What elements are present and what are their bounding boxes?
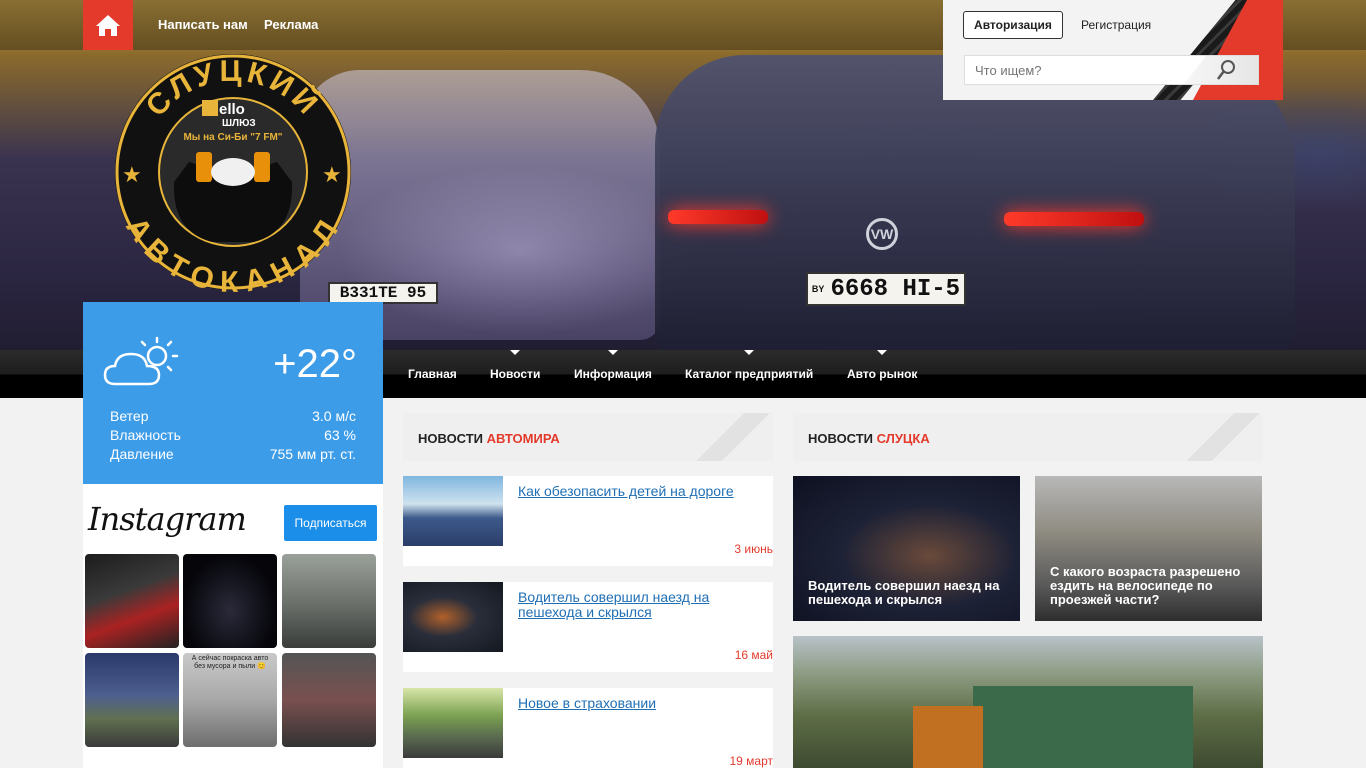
logo-star-right-icon: ★ xyxy=(322,162,342,187)
weather-value: 63 % xyxy=(324,427,356,443)
nav-catalog[interactable]: Каталог предприятий xyxy=(685,350,814,381)
news-tile-large[interactable] xyxy=(793,636,1263,768)
weather-widget: +22° Ветер 3.0 м/с Влажность 63 % Давлен… xyxy=(83,302,383,484)
login-button[interactable]: Авторизация xyxy=(963,11,1063,39)
license-plate-main: BY 6668 HI-5 xyxy=(806,272,966,306)
logo-tagline: Мы на Си-Би "7 FM" xyxy=(183,132,282,143)
weather-row-humidity: Влажность 63 % xyxy=(110,427,356,443)
zello-icon xyxy=(202,100,218,116)
link-contact[interactable]: Написать нам xyxy=(158,17,248,32)
nav-label: Каталог предприятий xyxy=(685,367,814,381)
nav-label: Главная xyxy=(408,367,457,381)
nav-label: Авто рынок xyxy=(847,367,918,381)
news-tile[interactable]: Водитель совершил наезд на пешехода и ск… xyxy=(793,476,1020,621)
weather-temperature: +22° xyxy=(273,342,357,386)
register-link[interactable]: Регистрация xyxy=(1081,18,1151,32)
instagram-thumb[interactable] xyxy=(282,554,376,648)
weather-row-pressure: Давление 755 мм рт. ст. xyxy=(110,446,356,462)
auth-panel: Авторизация Регистрация xyxy=(943,0,1283,100)
news-item: Новое в страховании 19 март xyxy=(403,688,773,768)
search-icon xyxy=(1217,60,1235,80)
tile-image-tractor xyxy=(913,706,983,768)
instagram-thumb[interactable] xyxy=(85,554,179,648)
partly-cloudy-icon xyxy=(103,336,179,386)
slutsk-news-heading: НОВОСТИ СЛУЦКА xyxy=(793,413,1263,461)
plate-number: 6668 HI-5 xyxy=(830,275,961,303)
tile-image-container xyxy=(973,686,1193,768)
home-icon xyxy=(96,15,120,36)
weather-label: Влажность xyxy=(110,427,181,443)
heading-black: НОВОСТИ xyxy=(808,431,877,446)
weather-row-wind: Ветер 3.0 м/с xyxy=(110,408,356,424)
instagram-logo[interactable]: Instagram xyxy=(88,500,247,538)
thumb-caption: А сейчас покраска авто без мусора и пыли… xyxy=(191,655,269,670)
home-button[interactable] xyxy=(83,0,133,50)
tile-caption: Водитель совершил наезд на пешехода и ск… xyxy=(808,578,1000,607)
news-date: 19 март xyxy=(729,754,773,768)
weather-label: Давление xyxy=(110,446,174,462)
search-box xyxy=(964,55,1259,85)
weather-value: 3.0 м/с xyxy=(312,408,356,424)
weather-value: 755 мм рт. ст. xyxy=(269,446,356,462)
news-link[interactable]: Водитель совершил наезд на пешехода и ск… xyxy=(518,590,758,620)
site-logo[interactable]: СЛУЦКИЙ АВТОКАНАЛ ★ ★ ello ШЛЮЗ Мы на Си… xyxy=(112,52,354,292)
tile-caption: С какого возраста разрешено ездить на ве… xyxy=(1050,564,1241,607)
subscribe-button[interactable]: Подписаться xyxy=(284,505,377,541)
heading-red: АВТОМИРА xyxy=(486,431,560,446)
instagram-thumb[interactable] xyxy=(282,653,376,747)
nav-label: Информация xyxy=(574,367,652,381)
news-date: 16 май xyxy=(734,648,773,662)
chevron-down-icon xyxy=(607,350,618,355)
tail-light-right xyxy=(1004,212,1144,226)
plate-country: BY xyxy=(811,284,825,294)
nav-auto-market[interactable]: Авто рынок xyxy=(847,350,918,381)
news-thumbnail[interactable] xyxy=(403,688,503,758)
heading-decoration xyxy=(693,413,773,461)
handshake-icon xyxy=(196,152,212,182)
search-input[interactable] xyxy=(965,56,1205,84)
nav-news[interactable]: Новости xyxy=(490,350,541,381)
nav-home[interactable]: Главная xyxy=(408,367,457,381)
heading-decoration xyxy=(1183,413,1263,461)
logo-brand-sub: ШЛЮЗ xyxy=(222,118,256,129)
car-badge-icon: VW xyxy=(866,218,898,250)
auto-news-heading: НОВОСТИ АВТОМИРА xyxy=(403,413,773,461)
hero-car-right xyxy=(655,55,1295,355)
news-tile[interactable]: С какого возраста разрешено ездить на ве… xyxy=(1035,476,1262,621)
news-item: Как обезопасить детей на дороге 3 июнь xyxy=(403,476,773,566)
weather-label: Ветер xyxy=(110,408,149,424)
news-item: Водитель совершил наезд на пешехода и ск… xyxy=(403,582,773,672)
tail-light-left xyxy=(668,210,768,224)
chevron-down-icon xyxy=(744,350,755,355)
heading-red: СЛУЦКА xyxy=(876,431,930,446)
instagram-thumb[interactable] xyxy=(183,554,277,648)
nav-info[interactable]: Информация xyxy=(574,350,652,381)
nav-label: Новости xyxy=(490,367,541,381)
logo-star-left-icon: ★ xyxy=(122,162,142,187)
news-thumbnail[interactable] xyxy=(403,476,503,546)
news-link[interactable]: Новое в страховании xyxy=(518,696,758,711)
logo-brand: ello xyxy=(219,101,245,118)
news-date: 3 июнь xyxy=(734,542,773,556)
instagram-thumb[interactable] xyxy=(85,653,179,747)
news-thumbnail[interactable] xyxy=(403,582,503,652)
instagram-thumb[interactable]: А сейчас покраска авто без мусора и пыли… xyxy=(183,653,277,747)
news-link[interactable]: Как обезопасить детей на дороге xyxy=(518,484,758,499)
chevron-down-icon xyxy=(510,350,521,355)
link-advertising[interactable]: Реклама xyxy=(264,17,318,32)
heading-black: НОВОСТИ xyxy=(418,431,487,446)
chevron-down-icon xyxy=(877,350,888,355)
